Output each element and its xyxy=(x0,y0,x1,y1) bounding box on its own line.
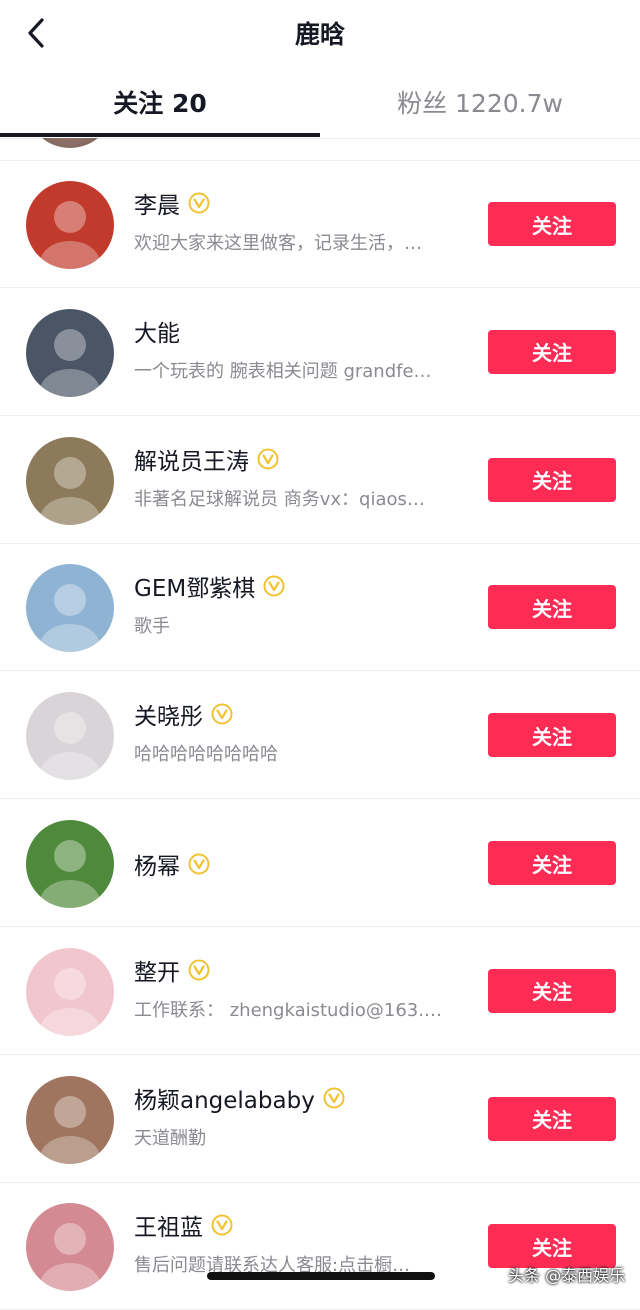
verified-badge-icon xyxy=(188,853,210,875)
verified-badge-icon xyxy=(257,448,279,470)
list-item[interactable]: 杨幂 关注 xyxy=(0,799,640,927)
user-name[interactable]: 王祖蓝 xyxy=(134,1208,203,1242)
home-indicator xyxy=(207,1272,435,1280)
top-bar: 鹿晗 xyxy=(0,0,640,70)
user-description: 天道酬勤 xyxy=(134,1127,206,1149)
list-item[interactable]: 关晓彤哈哈哈哈哈哈哈哈 关注 xyxy=(0,671,640,800)
page-title: 鹿晗 xyxy=(294,20,345,49)
list-item[interactable]: 王祖蓝 售后问题请联系达人客服:点击橱… 关注 xyxy=(0,1182,640,1310)
avatar[interactable] xyxy=(26,436,114,525)
follow-button[interactable]: 关注 xyxy=(488,841,616,885)
list-item[interactable]: 李晨欢迎大家来这里做客，记录生活，… 关注 xyxy=(0,160,640,288)
list-item[interactable]: GEM鄧紫棋歌手 关注 xyxy=(0,543,640,672)
list-item[interactable]: 整开工作联系： zhengkaistudio@163.… 关注 xyxy=(0,927,640,1055)
avatar[interactable] xyxy=(26,820,114,908)
avatar[interactable] xyxy=(26,692,114,781)
user-description: 哈哈哈哈哈哈哈哈 xyxy=(134,744,278,766)
follow-button[interactable]: 关注 xyxy=(488,457,616,502)
user-name[interactable]: GEM鄧紫棋 xyxy=(134,569,255,603)
user-name[interactable]: 李晨 xyxy=(134,186,180,220)
follow-button[interactable]: 关注 xyxy=(488,329,616,374)
user-name[interactable]: 杨颖angelababy xyxy=(134,1081,315,1115)
user-description: 欢迎大家来这里做客，记录生活，… xyxy=(134,233,422,254)
follow-button[interactable]: 关注 xyxy=(488,585,616,630)
user-description: 一个玩表的 腕表相关问题 grandfe… xyxy=(134,360,432,382)
tab-bar: 关注 20 粉丝 1220.7w xyxy=(0,70,640,139)
avatar[interactable] xyxy=(26,1203,114,1292)
verified-badge-icon xyxy=(263,575,285,597)
user-description: 工作联系： zhengkaistudio@163.… xyxy=(134,999,442,1021)
avatar[interactable] xyxy=(26,1075,114,1164)
watermark: 头条 @泰西娱乐 xyxy=(508,1266,626,1285)
avatar[interactable] xyxy=(26,947,114,1036)
user-name-line: GEM鄧紫棋 xyxy=(134,569,285,603)
active-tab-indicator xyxy=(0,133,320,137)
follow-button[interactable]: 关注 xyxy=(488,968,616,1013)
user-name[interactable]: 整开 xyxy=(134,953,180,987)
follow-button[interactable]: 关注 xyxy=(488,202,616,246)
list-item[interactable]: 解说员王涛非著名足球解说员 商务vx：qiaos… 关注 xyxy=(0,416,640,544)
user-name-line: 大能 xyxy=(134,314,180,348)
list-item-partial xyxy=(0,138,640,161)
tab-fans[interactable]: 粉丝 1220.7w xyxy=(320,84,640,120)
tab-following[interactable]: 关注 20 xyxy=(0,84,320,120)
user-name-line: 整开 xyxy=(134,953,210,987)
avatar[interactable] xyxy=(26,181,114,269)
user-description: 歌手 xyxy=(134,616,170,638)
user-description: 非著名足球解说员 商务vx：qiaos… xyxy=(134,488,425,510)
verified-badge-icon xyxy=(323,1087,345,1109)
follow-button[interactable]: 关注 xyxy=(488,713,616,758)
user-name-line: 李晨 xyxy=(134,186,210,220)
verified-badge-icon xyxy=(211,703,233,725)
avatar[interactable] xyxy=(26,308,114,397)
user-name-line: 关晓彤 xyxy=(134,697,233,731)
user-name-line: 王祖蓝 xyxy=(134,1208,233,1242)
avatar[interactable] xyxy=(26,564,114,653)
user-name[interactable]: 杨幂 xyxy=(134,847,180,881)
verified-badge-icon xyxy=(211,1214,233,1236)
list-item[interactable]: 大能一个玩表的 腕表相关问题 grandfe… 关注 xyxy=(0,288,640,416)
user-name[interactable]: 解说员王涛 xyxy=(134,442,249,476)
follow-button[interactable]: 关注 xyxy=(488,1096,616,1141)
user-name-line: 杨幂 xyxy=(134,847,210,881)
user-name-line: 解说员王涛 xyxy=(134,442,279,476)
verified-badge-icon xyxy=(188,959,210,981)
user-name[interactable]: 关晓彤 xyxy=(134,697,203,731)
avatar xyxy=(26,138,114,148)
list-item[interactable]: 杨颖angelababy 天道酬勤 关注 xyxy=(0,1055,640,1183)
user-name[interactable]: 大能 xyxy=(134,314,180,348)
user-name-line: 杨颖angelababy xyxy=(134,1081,345,1115)
verified-badge-icon xyxy=(188,192,210,214)
